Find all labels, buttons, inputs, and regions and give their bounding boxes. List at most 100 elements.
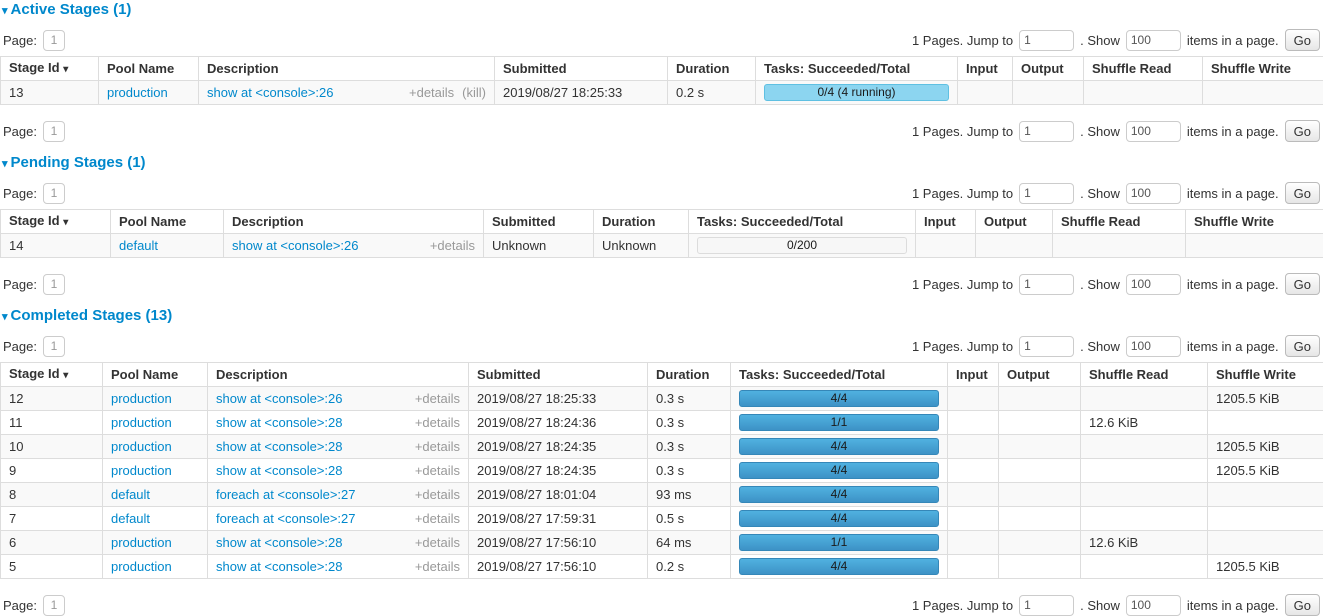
go-button[interactable]: Go xyxy=(1285,29,1320,51)
jump-to-page-input[interactable] xyxy=(1019,274,1074,295)
show-count-input[interactable] xyxy=(1126,183,1181,204)
col-shuffle-write[interactable]: Shuffle Write xyxy=(1186,210,1323,234)
details-toggle[interactable]: +details xyxy=(415,415,460,430)
go-button[interactable]: Go xyxy=(1285,273,1320,295)
jump-to-page-input[interactable] xyxy=(1019,336,1074,357)
page-number-input[interactable] xyxy=(43,30,65,51)
go-button[interactable]: Go xyxy=(1285,182,1320,204)
col-pool-name[interactable]: Pool Name xyxy=(99,57,199,81)
col-stage-id[interactable]: Stage Id ▾ xyxy=(1,210,111,234)
col-duration[interactable]: Duration xyxy=(668,57,756,81)
details-toggle[interactable]: +details xyxy=(415,391,460,406)
details-toggle[interactable]: +details xyxy=(430,238,475,253)
pool-name-link[interactable]: production xyxy=(111,463,172,478)
go-button[interactable]: Go xyxy=(1285,594,1320,616)
show-count-input[interactable] xyxy=(1126,595,1181,616)
details-toggle[interactable]: +details xyxy=(415,439,460,454)
description-link[interactable]: show at <console>:26 xyxy=(232,238,358,253)
description-link[interactable]: show at <console>:26 xyxy=(216,391,342,406)
active-stages-heading[interactable]: ▾Active Stages (1) xyxy=(2,2,1323,19)
col-input[interactable]: Input xyxy=(916,210,976,234)
pool-name-link[interactable]: production xyxy=(111,415,172,430)
pages-count-label: 1 Pages. Jump to xyxy=(912,598,1013,613)
col-stage-id[interactable]: Stage Id ▾ xyxy=(1,57,99,81)
show-count-input[interactable] xyxy=(1126,336,1181,357)
description-link[interactable]: show at <console>:26 xyxy=(207,85,333,100)
description-link[interactable]: foreach at <console>:27 xyxy=(216,487,356,502)
col-shuffle-write[interactable]: Shuffle Write xyxy=(1208,363,1323,387)
table-header-row: Stage Id ▾ Pool Name Description Submitt… xyxy=(1,210,1323,234)
go-button[interactable]: Go xyxy=(1285,335,1320,357)
description-link[interactable]: show at <console>:28 xyxy=(216,559,342,574)
jump-to-page-input[interactable] xyxy=(1019,30,1074,51)
col-output[interactable]: Output xyxy=(999,363,1081,387)
col-description[interactable]: Description xyxy=(199,57,495,81)
page-number-input[interactable] xyxy=(43,121,65,142)
details-toggle[interactable]: +details xyxy=(415,463,460,478)
col-stage-id[interactable]: Stage Id ▾ xyxy=(1,363,103,387)
col-submitted[interactable]: Submitted xyxy=(495,57,668,81)
section-title-label: Active Stages (1) xyxy=(11,1,132,18)
completed-stages-section: ▾Completed Stages (13) Page: 1 Pages. Ju… xyxy=(0,308,1323,616)
details-toggle[interactable]: +details xyxy=(415,535,460,550)
col-shuffle-read[interactable]: Shuffle Read xyxy=(1053,210,1186,234)
col-shuffle-read[interactable]: Shuffle Read xyxy=(1081,363,1208,387)
description-link[interactable]: foreach at <console>:27 xyxy=(216,511,356,526)
shuffle-write-cell: 1205.5 KiB xyxy=(1208,435,1323,459)
input-cell xyxy=(948,483,999,507)
col-pool-name[interactable]: Pool Name xyxy=(103,363,208,387)
pool-name-link[interactable]: production xyxy=(111,535,172,550)
col-output[interactable]: Output xyxy=(1013,57,1084,81)
details-toggle[interactable]: +details xyxy=(409,85,454,100)
page-number-input[interactable] xyxy=(43,595,65,616)
kill-link[interactable]: (kill) xyxy=(462,85,486,100)
go-button[interactable]: Go xyxy=(1285,120,1320,142)
col-duration[interactable]: Duration xyxy=(648,363,731,387)
col-duration[interactable]: Duration xyxy=(594,210,689,234)
pool-name-link[interactable]: default xyxy=(111,487,150,502)
description-link[interactable]: show at <console>:28 xyxy=(216,439,342,454)
col-shuffle-write[interactable]: Shuffle Write xyxy=(1203,57,1323,81)
pending-stages-heading[interactable]: ▾Pending Stages (1) xyxy=(2,155,1323,172)
description-link[interactable]: show at <console>:28 xyxy=(216,415,342,430)
pool-name-link[interactable]: production xyxy=(111,391,172,406)
stage-id-cell: 7 xyxy=(1,507,103,531)
completed-stages-heading[interactable]: ▾Completed Stages (13) xyxy=(2,308,1323,325)
pool-name-link[interactable]: default xyxy=(111,511,150,526)
pool-name-link[interactable]: default xyxy=(119,238,158,253)
col-tasks[interactable]: Tasks: Succeeded/Total xyxy=(756,57,958,81)
pool-name-link[interactable]: production xyxy=(111,439,172,454)
table-header-row: Stage Id ▾ Pool Name Description Submitt… xyxy=(1,363,1323,387)
stage-table-row: 9 production show at <console>:28 +detai… xyxy=(1,459,1323,483)
col-input[interactable]: Input xyxy=(958,57,1013,81)
col-shuffle-read[interactable]: Shuffle Read xyxy=(1084,57,1203,81)
pool-name-link[interactable]: production xyxy=(111,559,172,574)
pages-count-label: 1 Pages. Jump to xyxy=(912,277,1013,292)
submitted-cell: Unknown xyxy=(484,234,594,258)
col-pool-name[interactable]: Pool Name xyxy=(111,210,224,234)
details-toggle[interactable]: +details xyxy=(415,511,460,526)
col-output[interactable]: Output xyxy=(976,210,1053,234)
details-toggle[interactable]: +details xyxy=(415,559,460,574)
page-number-input[interactable] xyxy=(43,336,65,357)
description-link[interactable]: show at <console>:28 xyxy=(216,463,342,478)
page-number-input[interactable] xyxy=(43,183,65,204)
col-description[interactable]: Description xyxy=(224,210,484,234)
show-label: . Show xyxy=(1080,277,1120,292)
show-count-input[interactable] xyxy=(1126,274,1181,295)
page-number-input[interactable] xyxy=(43,274,65,295)
pool-name-link[interactable]: production xyxy=(107,85,168,100)
col-input[interactable]: Input xyxy=(948,363,999,387)
show-count-input[interactable] xyxy=(1126,30,1181,51)
col-tasks[interactable]: Tasks: Succeeded/Total xyxy=(689,210,916,234)
show-count-input[interactable] xyxy=(1126,121,1181,142)
col-submitted[interactable]: Submitted xyxy=(469,363,648,387)
col-submitted[interactable]: Submitted xyxy=(484,210,594,234)
jump-to-page-input[interactable] xyxy=(1019,183,1074,204)
col-tasks[interactable]: Tasks: Succeeded/Total xyxy=(731,363,948,387)
details-toggle[interactable]: +details xyxy=(415,487,460,502)
jump-to-page-input[interactable] xyxy=(1019,595,1074,616)
description-link[interactable]: show at <console>:28 xyxy=(216,535,342,550)
jump-to-page-input[interactable] xyxy=(1019,121,1074,142)
col-description[interactable]: Description xyxy=(208,363,469,387)
